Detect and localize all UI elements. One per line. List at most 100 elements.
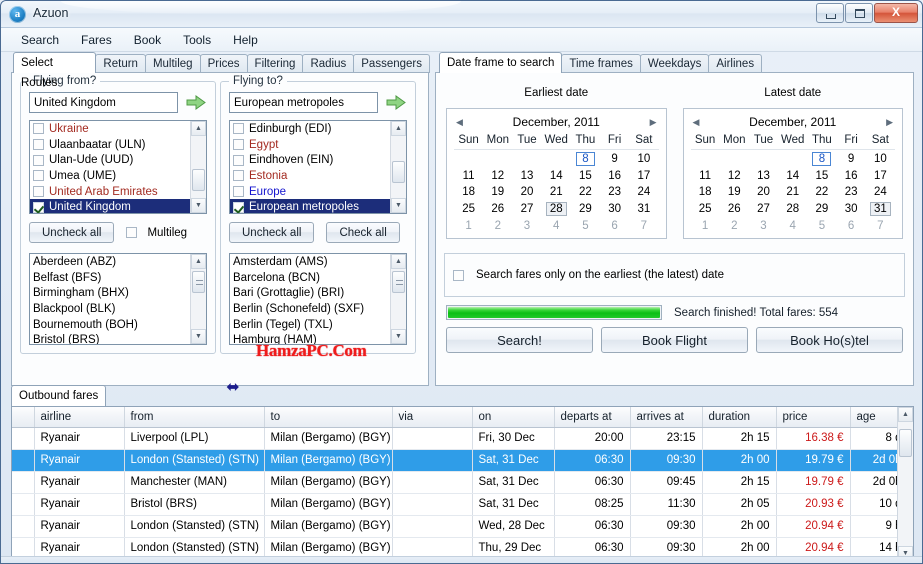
calendar-day[interactable]: 28 (778, 200, 807, 218)
calendar-day[interactable] (749, 150, 778, 169)
calendar-day[interactable]: 13 (749, 168, 778, 184)
calendar-day[interactable]: 12 (483, 168, 512, 184)
calendar-day[interactable]: 17 (629, 168, 658, 184)
scroll-up-icon[interactable]: ▲ (191, 121, 206, 136)
calendar-day-selected[interactable]: 8 (571, 150, 600, 169)
calendar-day[interactable]: 14 (778, 168, 807, 184)
flying-to-input[interactable]: European metropoles (229, 92, 378, 113)
menu-item-help[interactable]: Help (223, 30, 268, 50)
to-airport-scrollbar[interactable]: ▲ ▼ (390, 254, 406, 344)
flying-from-input[interactable]: United Kingdom (29, 92, 178, 113)
calendar-day[interactable]: 19 (720, 184, 749, 200)
from-airport-scrollbar[interactable]: ▲ ▼ (190, 254, 206, 344)
chevron-right-icon[interactable]: ▶ (886, 117, 893, 128)
calendar-day[interactable]: 25 (454, 200, 483, 218)
list-item[interactable]: Edinburgh (EDI) (230, 121, 390, 137)
calendar-day[interactable] (778, 150, 807, 169)
col-duration[interactable]: duration (702, 407, 777, 428)
list-item-selected[interactable]: United Kingdom (30, 199, 190, 213)
calendar-day[interactable]: 18 (454, 184, 483, 200)
calendar-day[interactable]: 29 (807, 200, 836, 218)
checkbox-icon[interactable] (33, 186, 44, 198)
calendar-day[interactable]: 22 (807, 184, 836, 200)
list-item[interactable]: Eindhoven (EIN) (230, 152, 390, 168)
calendar-day[interactable]: 30 (837, 200, 866, 218)
list-item[interactable]: Europe (230, 184, 390, 200)
flying-to-airport-list[interactable]: Amsterdam (AMS) Barcelona (BCN) Bari (Gr… (229, 253, 407, 345)
list-item[interactable]: Bristol (BRS) (30, 332, 190, 344)
tab-filtering[interactable]: Filtering (246, 54, 304, 73)
calendar-day[interactable]: 21 (542, 184, 571, 200)
calendar-day[interactable]: 23 (837, 184, 866, 200)
calendar-day[interactable]: 15 (807, 168, 836, 184)
tab-select-routes[interactable]: Select Routes (13, 52, 97, 89)
list-item[interactable]: Birmingham (BHX) (30, 285, 190, 301)
chevron-left-icon[interactable]: ◀ (456, 117, 463, 128)
scroll-down-icon[interactable]: ▼ (191, 198, 206, 213)
check-all-to-button[interactable]: Check all (326, 222, 400, 243)
checkbox-icon[interactable] (33, 139, 44, 151)
list-item[interactable]: Ukraine (30, 121, 190, 137)
checkbox-icon[interactable] (233, 170, 244, 182)
calendar-day[interactable]: 27 (749, 200, 778, 218)
calendar-day-outside[interactable]: 6 (837, 218, 866, 234)
menu-item-fares[interactable]: Fares (71, 30, 122, 50)
calendar-day[interactable]: 19 (483, 184, 512, 200)
calendar-day[interactable]: 20 (512, 184, 541, 200)
checkbox-icon[interactable] (33, 154, 44, 166)
scroll-up-icon[interactable]: ▲ (391, 254, 406, 269)
tab-weekdays[interactable]: Weekdays (639, 54, 710, 73)
list-item[interactable]: Egypt (230, 137, 390, 153)
calendar-day-outside[interactable]: 1 (691, 218, 720, 234)
calendar-day-outside[interactable]: 5 (571, 218, 600, 234)
calendar-day-outside[interactable]: 5 (807, 218, 836, 234)
calendar-day[interactable] (483, 150, 512, 169)
calendar-day[interactable]: 22 (571, 184, 600, 200)
scroll-down-icon[interactable]: ▼ (391, 198, 406, 213)
only-earliest-date-row[interactable]: Search fares only on the earliest (the l… (444, 253, 905, 297)
calendar-day[interactable]: 24 (629, 184, 658, 200)
checkbox-icon[interactable] (453, 269, 464, 281)
book-flight-button[interactable]: Book Flight (601, 327, 748, 353)
calendar-day[interactable]: 9 (837, 150, 866, 169)
calendar-day[interactable] (512, 150, 541, 169)
green-arrow-right-icon[interactable] (185, 94, 207, 112)
multileg-checkbox-row[interactable]: Multileg (126, 227, 187, 239)
col-from[interactable]: from (124, 407, 265, 428)
calendar-day[interactable]: 11 (691, 168, 720, 184)
calendar-day-today[interactable]: 31 (866, 200, 895, 218)
to-country-list-scrollbar[interactable]: ▲ ▼ (390, 121, 406, 213)
calendar-day-today[interactable]: 28 (542, 200, 571, 218)
scroll-up-icon[interactable]: ▲ (191, 254, 206, 269)
calendar-day-outside[interactable]: 3 (512, 218, 541, 234)
close-button[interactable]: X (874, 3, 918, 23)
book-hostel-button[interactable]: Book Ho(s)tel (756, 327, 903, 353)
calendar-day-outside[interactable]: 3 (749, 218, 778, 234)
tab-outbound-fares[interactable]: Outbound fares (11, 385, 107, 406)
calendar-day-outside[interactable]: 7 (629, 218, 658, 234)
calendar-day[interactable]: 10 (629, 150, 658, 169)
menu-item-book[interactable]: Book (124, 30, 171, 50)
scrollbar-thumb[interactable] (192, 169, 205, 191)
calendar-day[interactable]: 31 (629, 200, 658, 218)
minimize-button[interactable] (816, 3, 844, 23)
scroll-down-icon[interactable]: ▼ (391, 329, 406, 344)
tab-return[interactable]: Return (95, 54, 146, 73)
calendar-day[interactable]: 10 (866, 150, 895, 169)
list-item[interactable]: Bournemouth (BOH) (30, 317, 190, 333)
checkbox-icon[interactable] (126, 227, 138, 238)
scroll-down-icon[interactable]: ▼ (191, 329, 206, 344)
calendar-day[interactable] (691, 150, 720, 169)
list-item[interactable]: Bari (Grottaglie) (BRI) (230, 285, 390, 301)
chevron-left-icon[interactable]: ◀ (693, 117, 700, 128)
list-item[interactable]: Aberdeen (ABZ) (30, 254, 190, 270)
calendar-day[interactable]: 16 (837, 168, 866, 184)
calendar-day[interactable]: 26 (720, 200, 749, 218)
checkbox-icon[interactable] (233, 123, 244, 135)
table-row[interactable]: Ryanair London (Stansted) (STN) Milan (B… (12, 515, 913, 538)
calendar-day[interactable] (720, 150, 749, 169)
search-button[interactable]: Search! (446, 327, 593, 353)
checkbox-icon[interactable] (33, 170, 44, 182)
calendar-day[interactable] (542, 150, 571, 169)
chevron-right-icon[interactable]: ▶ (650, 117, 657, 128)
